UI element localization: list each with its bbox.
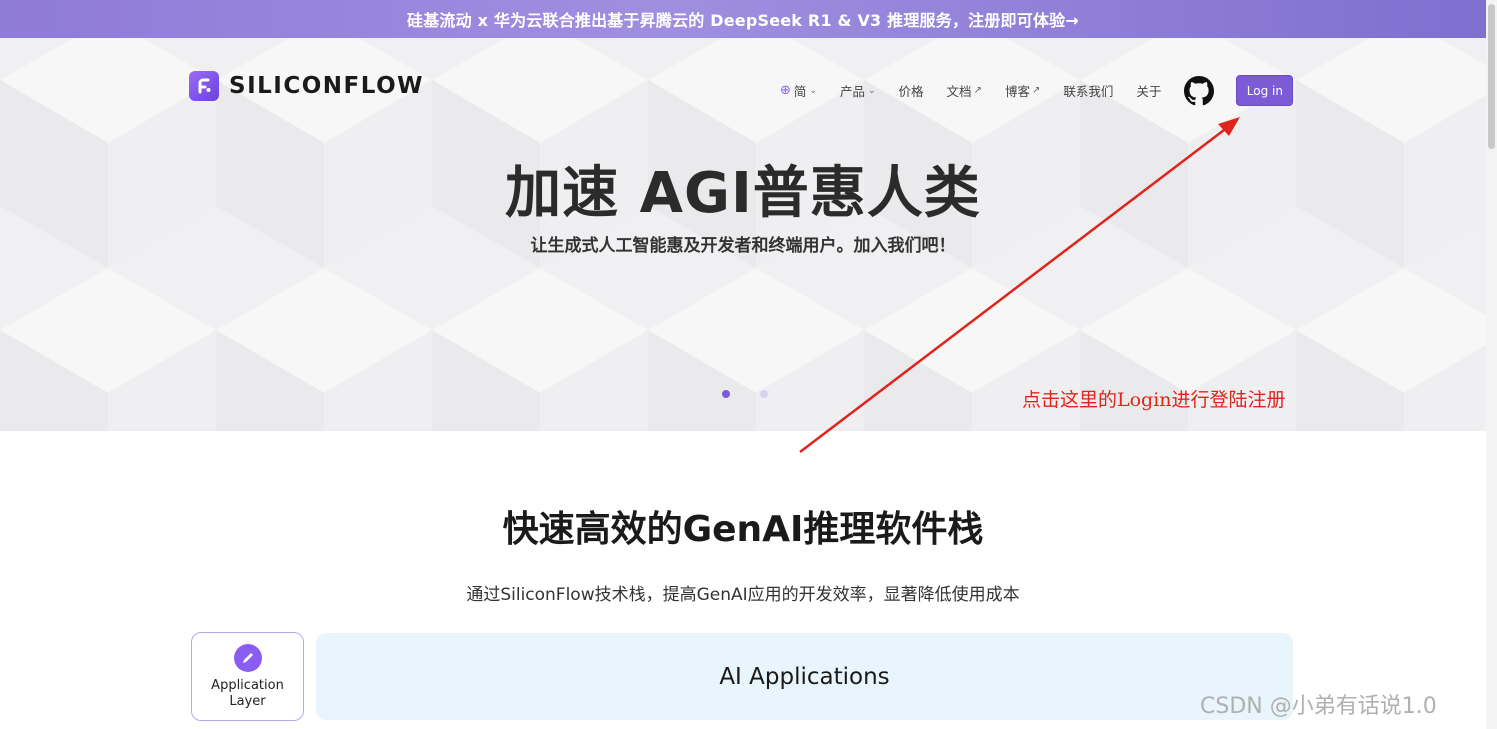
logo-text: SILICONFLOW (229, 73, 424, 99)
nav-docs-label: 文档 (946, 84, 972, 99)
nav-item-blog[interactable]: 博客 ↗ (1005, 81, 1040, 100)
layer-label-line2: Layer (229, 693, 266, 709)
ai-applications-box: AI Applications (316, 633, 1293, 720)
watermark: CSDN @小弟有话说1.0 (1200, 694, 1437, 719)
page-scrollbar[interactable] (1486, 0, 1497, 729)
promo-banner[interactable]: 硅基流动 x 华为云联合推出基于昇腾云的 DeepSeek R1 & V3 推理… (0, 0, 1486, 38)
nav-item-pricing[interactable]: 价格 (899, 81, 924, 100)
layer-label: Application Layer (211, 678, 284, 710)
nav-blog-label: 博客 (1004, 84, 1030, 99)
pen-icon (233, 643, 262, 672)
carousel-dot-1[interactable] (722, 390, 730, 398)
language-switcher[interactable]: ⊕ 简 ⌄ (780, 81, 817, 100)
nav-products-label: 产品 (839, 84, 865, 99)
chevron-down-icon: ⌄ (809, 85, 817, 96)
section-subtitle: 通过SiliconFlow技术栈，提高GenAI应用的开发效率，显著降低使用成本 (466, 585, 1020, 605)
nav-item-contact[interactable]: 联系我们 (1063, 81, 1113, 100)
nav-pricing-label: 价格 (898, 84, 924, 99)
promo-banner-text[interactable]: 硅基流动 x 华为云联合推出基于昇腾云的 DeepSeek R1 & V3 推理… (407, 7, 1079, 31)
external-link-icon: ↗ (1031, 85, 1041, 96)
ai-applications-label: AI Applications (719, 663, 890, 690)
nav-about-label: 关于 (1136, 84, 1162, 99)
application-layer-card[interactable]: Application Layer (191, 632, 304, 721)
nav-item-docs[interactable]: 文档 ↗ (947, 81, 982, 100)
section-title: 快速高效的GenAI推理软件栈 (502, 509, 984, 550)
siliconflow-logo-icon (189, 71, 219, 101)
layer-label-line1: Application (211, 677, 284, 693)
carousel-dot-2[interactable] (760, 390, 768, 398)
nav-item-products[interactable]: 产品 ⌄ (840, 81, 876, 100)
hero-subtitle: 让生成式人工智能惠及开发者和终端用户。加入我们吧！ (530, 236, 956, 256)
globe-icon: ⊕ (780, 83, 791, 98)
siliconflow-logo[interactable]: SILICONFLOW (189, 71, 424, 101)
login-button[interactable]: Log in (1236, 75, 1294, 106)
carousel-indicators (722, 390, 798, 398)
language-label: 简 (793, 84, 807, 99)
nav-item-about[interactable]: 关于 (1136, 81, 1161, 100)
annotation-text: 点击这里的Login进行登陆注册 (1022, 389, 1286, 411)
external-link-icon: ↗ (973, 85, 982, 96)
nav-contact-label: 联系我们 (1063, 84, 1114, 99)
scrollbar-thumb[interactable] (1488, 4, 1495, 149)
github-icon[interactable] (1184, 75, 1215, 106)
chevron-down-icon: ⌄ (867, 85, 876, 96)
main-nav: ⊕ 简 ⌄ 产品 ⌄ 价格 文档 ↗ 博客 ↗ 联系我们 关于 Log in (780, 75, 1294, 106)
hero-title: 加速 AGI普惠人类 (505, 161, 981, 226)
hero-section: SILICONFLOW ⊕ 简 ⌄ 产品 ⌄ 价格 文档 ↗ 博客 ↗ 联系我们… (0, 38, 1486, 431)
